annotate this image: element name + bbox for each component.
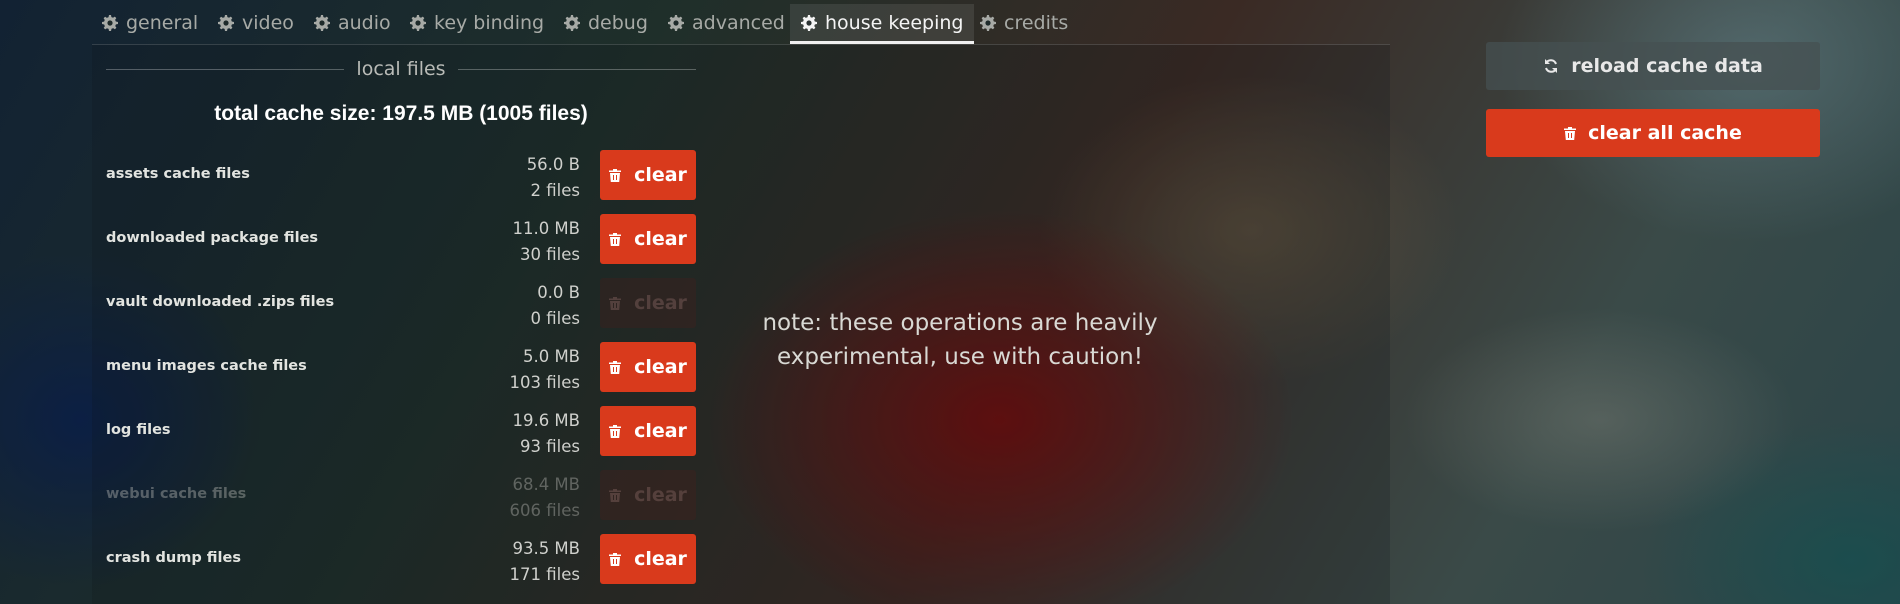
divider [457,68,696,70]
gear-icon [410,15,426,31]
clear-assets-cache-button[interactable]: clear [600,150,696,200]
trash-icon [609,168,622,182]
cache-row-vault-zips: vault downloaded .zips files 0.0 B 0 fil… [106,278,696,328]
tab-debug[interactable]: debug [564,4,648,42]
tab-label: advanced [692,12,785,34]
refresh-icon [1545,59,1558,73]
cache-size-value: 0.0 B [537,283,580,302]
cache-row-label: log files [106,422,171,438]
clear-crash-dumps-button[interactable]: clear [600,534,696,584]
cache-row-size: 19.6 MB 93 files [512,408,580,460]
clear-button-label: clear [634,420,687,442]
cache-row-label: menu images cache files [106,358,307,374]
gear-icon [801,14,817,31]
cache-row-log-files: log files 19.6 MB 93 files clear [106,406,696,456]
clear-button-label: clear [634,164,687,186]
cache-file-count: 2 files [530,181,580,200]
cache-row-size: 68.4 MB 606 files [510,472,580,524]
cache-row-size: 5.0 MB 103 files [510,344,580,396]
gear-icon [980,15,996,31]
cache-row-label: crash dump files [106,550,241,566]
cache-row-label: assets cache files [106,166,250,182]
tab-credits[interactable]: credits [980,4,1068,42]
tab-house-keeping[interactable]: house keeping [790,4,975,44]
tab-general[interactable]: general [102,4,198,42]
tab-label: credits [1004,12,1069,34]
cache-row-menu-images: menu images cache files 5.0 MB 103 files… [106,342,696,392]
cache-row-label: vault downloaded .zips files [106,294,335,310]
gear-icon [564,15,580,31]
trash-icon [609,360,622,374]
trash-icon [609,552,622,566]
section-title: local files [356,58,446,80]
reload-cache-button[interactable]: reload cache data [1486,42,1820,90]
cache-row-downloaded-packages: downloaded package files 11.0 MB 30 file… [106,214,696,264]
tab-advanced[interactable]: advanced [668,4,785,42]
clear-menu-images-button[interactable]: clear [600,342,696,392]
tab-label: general [126,12,199,34]
clear-button-label: clear [634,228,687,250]
cache-file-count: 93 files [520,437,580,456]
trash-icon [609,488,622,502]
cache-size-value: 56.0 B [526,155,580,174]
trash-icon [609,424,622,438]
tab-audio[interactable]: audio [314,4,391,42]
cache-size-value: 93.5 MB [512,539,580,558]
cache-file-count: 606 files [509,501,580,520]
settings-tab-bar: general video audio key binding debug ad… [92,0,1390,45]
reload-button-label: reload cache data [1571,55,1763,77]
cache-row-size: 93.5 MB 171 files [510,536,580,588]
warning-note: note: these operations are heavily exper… [762,310,1158,370]
cache-row-label: downloaded package files [106,230,319,246]
trash-icon [609,296,622,310]
cache-row-size: 56.0 B 2 files [527,152,580,204]
clear-all-button-label: clear all cache [1588,122,1742,144]
clear-log-files-button[interactable]: clear [600,406,696,456]
cache-row-webui: webui cache files 68.4 MB 606 files clea… [106,470,696,520]
gear-icon [218,15,234,31]
clear-downloaded-packages-button[interactable]: clear [600,214,696,264]
clear-button-label: clear [634,292,687,314]
clear-vault-zips-button: clear [600,278,696,328]
tab-label: debug [588,12,648,34]
cache-row-label: webui cache files [106,486,247,502]
cache-size-value: 11.0 MB [512,219,580,238]
clear-all-cache-button[interactable]: clear all cache [1486,109,1820,157]
trash-icon [609,232,622,246]
cache-size-value: 68.4 MB [512,475,580,494]
clear-button-label: clear [634,484,687,506]
tab-label: key binding [434,12,545,34]
house-keeping-panel: local files total cache size: 197.5 MB (… [92,44,1390,604]
clear-button-label: clear [634,356,687,378]
cache-row-assets: assets cache files 56.0 B 2 files clear [106,150,696,200]
cache-file-count: 30 files [520,245,580,264]
tab-label: house keeping [825,11,964,34]
cache-size-value: 19.6 MB [512,411,580,430]
total-cache-size: total cache size: 197.5 MB (1005 files) [214,102,588,125]
cache-file-count: 0 files [530,309,580,328]
clear-button-label: clear [634,548,687,570]
gear-icon [102,15,118,31]
tab-key-binding[interactable]: key binding [410,4,544,42]
divider [106,68,345,70]
cache-file-count: 103 files [509,373,580,392]
tab-label: video [242,12,294,34]
section-header-local-files: local files [106,58,696,80]
tab-label: audio [338,12,391,34]
cache-row-size: 0.0 B 0 files [531,280,580,332]
clear-webui-cache-button: clear [600,470,696,520]
cache-size-value: 5.0 MB [522,347,580,366]
gear-icon [314,15,330,31]
cache-file-count: 171 files [509,565,580,584]
cache-row-crash-dumps: crash dump files 93.5 MB 171 files clear [106,534,696,584]
tab-video[interactable]: video [218,4,294,42]
trash-icon [1564,126,1577,140]
cache-row-size: 11.0 MB 30 files [512,216,580,268]
gear-icon [668,15,684,31]
